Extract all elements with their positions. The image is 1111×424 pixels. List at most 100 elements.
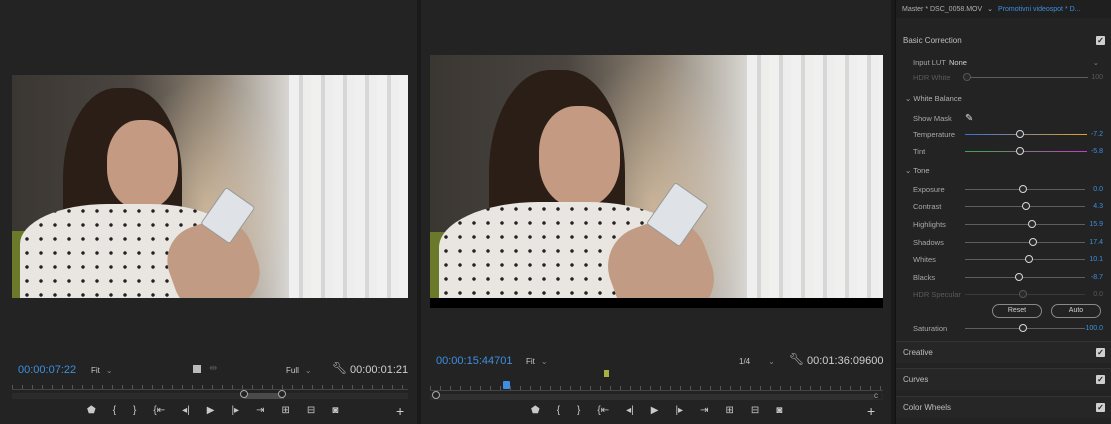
- step-back-icon[interactable]: ◂|: [626, 405, 634, 416]
- go-to-in-icon[interactable]: {⇤: [597, 405, 609, 416]
- creative-checkbox[interactable]: ✓: [1096, 348, 1105, 357]
- lift-icon[interactable]: ⊞: [725, 405, 733, 416]
- chevron-down-icon: ⌄: [905, 166, 912, 175]
- source-timecode[interactable]: 00:00:07:22: [18, 364, 76, 376]
- mark-out-icon[interactable]: }: [133, 405, 136, 416]
- source-fit-value: Fit: [91, 366, 100, 375]
- source-duration: 00:00:01:21: [350, 364, 409, 376]
- go-to-out-icon[interactable]: ⇥: [700, 405, 708, 416]
- playhead-icon[interactable]: [503, 381, 510, 389]
- drag-video-icon[interactable]: ⇹: [209, 364, 217, 374]
- play-icon[interactable]: ▶: [651, 405, 659, 416]
- source-monitor: 00:00:07:22 Fit ⌄ ⇹ Full ⌄ 🔧︎ 00:00:01:2…: [0, 0, 417, 424]
- mark-in-icon[interactable]: {: [557, 405, 560, 416]
- button-editor-plus-icon[interactable]: +: [396, 403, 404, 419]
- add-marker-icon[interactable]: ⬟: [531, 405, 540, 416]
- mark-in-icon[interactable]: {: [113, 405, 116, 416]
- input-lut-dropdown[interactable]: Input LUT None ⌄: [913, 56, 1103, 68]
- play-icon[interactable]: ▶: [207, 405, 215, 416]
- program-timecode[interactable]: 00:00:15:44701: [436, 355, 512, 367]
- scroll-handle-right[interactable]: c: [874, 391, 882, 400]
- chevron-down-icon: ⌄: [768, 357, 775, 366]
- highlights-slider[interactable]: Highlights 15.9: [913, 217, 1103, 231]
- auto-button[interactable]: Auto: [1051, 304, 1101, 318]
- mark-out-icon[interactable]: }: [577, 405, 580, 416]
- tone-header[interactable]: ⌄ Tone: [905, 166, 930, 175]
- blacks-knob[interactable]: [1015, 273, 1023, 281]
- button-editor-plus-icon[interactable]: +: [867, 403, 875, 419]
- step-forward-icon[interactable]: |▸: [675, 405, 683, 416]
- program-resolution-value: 1/4: [739, 357, 751, 366]
- camera-icon[interactable]: ◙: [332, 405, 338, 416]
- go-to-out-icon[interactable]: ⇥: [256, 405, 264, 416]
- master-clip-tab[interactable]: Master * DSC_0058.MOV: [902, 6, 982, 13]
- chevron-down-icon: ⌄: [540, 357, 548, 366]
- tint-knob[interactable]: [1016, 147, 1024, 155]
- blacks-slider[interactable]: Blacks -8.7: [913, 270, 1103, 284]
- insert-icon[interactable]: ⊞: [281, 405, 289, 416]
- source-video-frame: [12, 75, 408, 298]
- chevron-down-icon: ⌄: [905, 94, 912, 103]
- chevron-down-icon: ⌄: [304, 366, 312, 375]
- temperature-slider[interactable]: Temperature -7.2: [913, 127, 1103, 141]
- curves-section[interactable]: Curves ✓: [896, 368, 1111, 390]
- source-zoom-scrollbar[interactable]: [12, 390, 408, 399]
- curves-checkbox[interactable]: ✓: [1096, 375, 1105, 384]
- show-mask-row: Show Mask ✎: [913, 112, 974, 124]
- source-transport-controls: ⬟ { } {⇤ ◂| ▶ |▸ ⇥ ⊞ ⊟ ◙: [87, 405, 338, 416]
- highlights-knob[interactable]: [1028, 220, 1036, 228]
- color-wheels-checkbox[interactable]: ✓: [1096, 403, 1105, 412]
- step-back-icon[interactable]: ◂|: [182, 405, 190, 416]
- whites-slider[interactable]: Whites 10.1: [913, 252, 1103, 266]
- program-zoom-scrollbar[interactable]: c: [430, 391, 883, 400]
- tint-slider[interactable]: Tint -5.8: [913, 144, 1103, 158]
- contrast-knob[interactable]: [1022, 202, 1030, 210]
- program-timeline-ruler[interactable]: [430, 379, 883, 391]
- program-transport-controls: ⬟ { } {⇤ ◂| ▶ |▸ ⇥ ⊞ ⊟ ◙: [531, 405, 782, 416]
- source-resolution-dropdown[interactable]: Full ⌄: [286, 366, 312, 375]
- panel-header: Master * DSC_0058.MOV ⌄ Promotivni video…: [896, 0, 1111, 18]
- chevron-down-icon: ⌄: [105, 366, 113, 375]
- color-wheels-section[interactable]: Color Wheels ✓: [896, 396, 1111, 418]
- sequence-clip-tab[interactable]: Promotivni videospot * D...: [998, 6, 1080, 13]
- scroll-handle-left[interactable]: [240, 390, 248, 398]
- eyedropper-icon[interactable]: ✎: [965, 113, 973, 124]
- hdr-white-slider: HDR White 100: [913, 72, 1103, 82]
- source-fit-dropdown[interactable]: Fit ⌄: [91, 366, 113, 375]
- reset-button[interactable]: Reset: [992, 304, 1042, 318]
- wrench-icon[interactable]: 🔧︎: [332, 362, 347, 374]
- exposure-slider[interactable]: Exposure 0.0: [913, 182, 1103, 196]
- program-resolution-dropdown[interactable]: 1/4 ⌄: [739, 357, 775, 366]
- chevron-down-icon[interactable]: ⌄: [987, 5, 993, 13]
- camera-icon[interactable]: ◙: [776, 405, 782, 416]
- scroll-handle-left[interactable]: [432, 391, 440, 399]
- temperature-knob[interactable]: [1016, 130, 1024, 138]
- source-timeline-ruler[interactable]: [12, 378, 408, 390]
- go-to-in-icon[interactable]: {⇤: [153, 405, 165, 416]
- saturation-knob[interactable]: [1019, 324, 1027, 332]
- chevron-down-icon: ⌄: [1092, 57, 1099, 67]
- saturation-slider[interactable]: Saturation 100.0: [913, 321, 1103, 335]
- basic-correction-section[interactable]: Basic Correction ✓: [896, 29, 1111, 51]
- overwrite-icon[interactable]: ⊟: [307, 405, 315, 416]
- marker-icon[interactable]: [604, 370, 609, 377]
- program-duration: 00:01:36:09600: [807, 355, 884, 367]
- input-lut-label: Input LUT: [913, 57, 946, 67]
- white-balance-header[interactable]: ⌄ White Balance: [905, 94, 962, 103]
- step-forward-icon[interactable]: |▸: [231, 405, 239, 416]
- settings-square-icon[interactable]: [193, 365, 201, 373]
- add-marker-icon[interactable]: ⬟: [87, 405, 96, 416]
- shadows-knob[interactable]: [1029, 238, 1037, 246]
- scroll-handle-right[interactable]: [278, 390, 286, 398]
- creative-section[interactable]: Creative ✓: [896, 341, 1111, 363]
- lumetri-color-panel: Master * DSC_0058.MOV ⌄ Promotivni video…: [895, 0, 1111, 424]
- exposure-knob[interactable]: [1019, 185, 1027, 193]
- program-fit-dropdown[interactable]: Fit ⌄: [526, 357, 548, 366]
- wrench-icon[interactable]: 🔧︎: [789, 353, 804, 365]
- basic-correction-checkbox[interactable]: ✓: [1096, 35, 1105, 45]
- hdr-specular-slider: HDR Specular 0.0: [913, 289, 1103, 299]
- shadows-slider[interactable]: Shadows 17.4: [913, 235, 1103, 249]
- whites-knob[interactable]: [1025, 255, 1033, 263]
- extract-icon[interactable]: ⊟: [751, 405, 759, 416]
- contrast-slider[interactable]: Contrast 4.3: [913, 199, 1103, 213]
